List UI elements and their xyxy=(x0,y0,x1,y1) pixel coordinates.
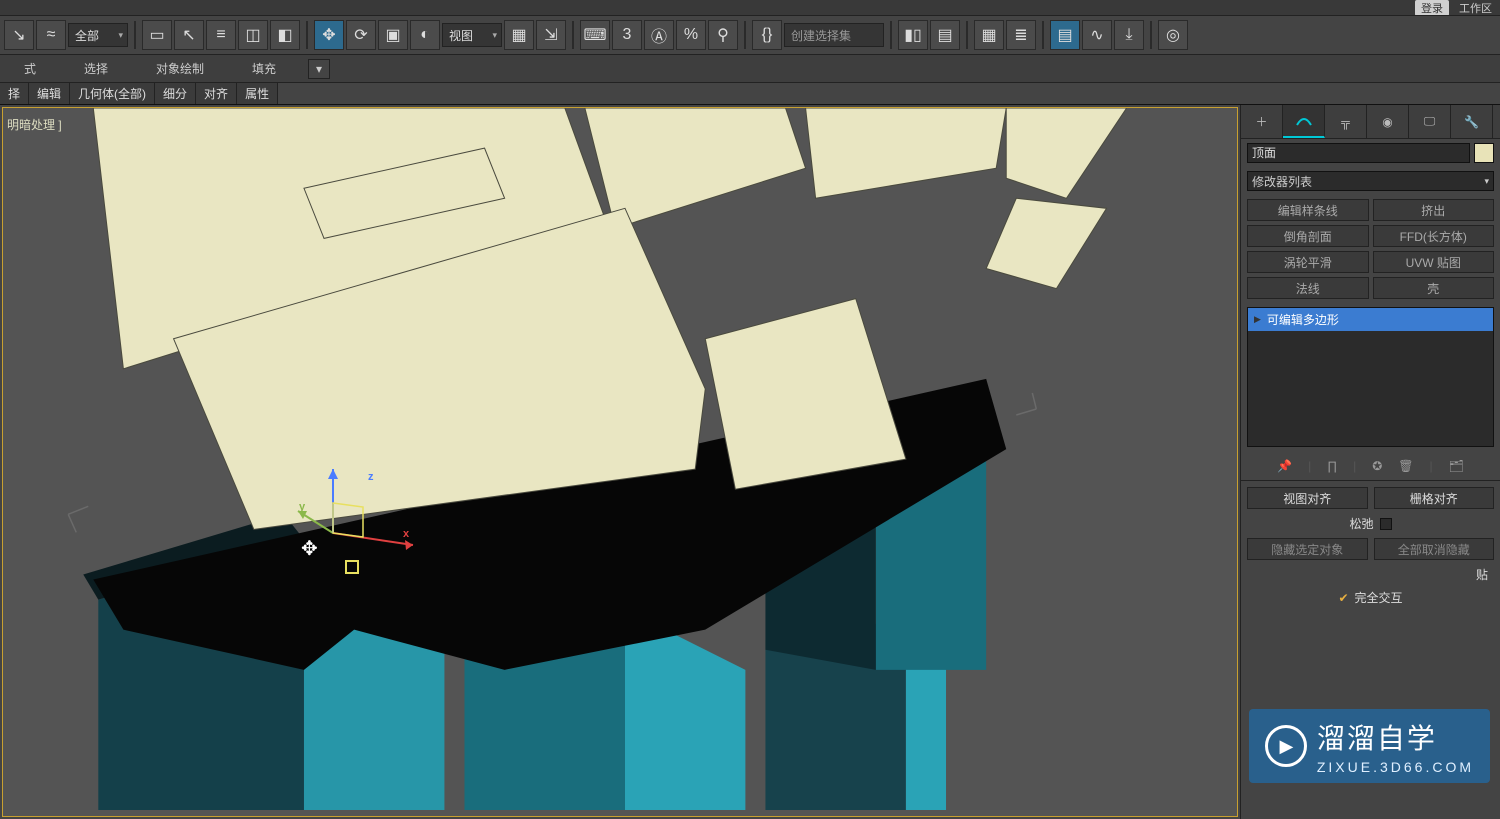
display-tab-icon[interactable]: 🖵 xyxy=(1409,105,1451,138)
hierarchy-tab-icon[interactable]: ╦ xyxy=(1325,105,1367,138)
modifier-button[interactable]: FFD(长方体) xyxy=(1373,225,1495,247)
dope-sheet-icon[interactable]: ∿ xyxy=(1082,20,1112,50)
stack-item-editable-poly[interactable]: ▶ 可编辑多边形 xyxy=(1248,308,1493,331)
window-crossing-icon[interactable]: ◧ xyxy=(270,20,300,50)
relax-settings-button[interactable] xyxy=(1380,518,1392,530)
relax-label: 松弛 xyxy=(1349,515,1373,532)
expand-icon[interactable]: ▶ xyxy=(1254,314,1261,325)
hint-style: 式 xyxy=(0,60,60,77)
move-cursor-icon: ✥ xyxy=(301,536,318,561)
viewport[interactable]: 明暗处理 ] xyxy=(2,107,1238,817)
placement-tool-icon[interactable]: ◐ xyxy=(410,20,440,50)
select-arrow-icon[interactable]: ↖ xyxy=(174,20,204,50)
ribbon-tab[interactable]: 编辑 xyxy=(29,83,70,104)
toggle-ribbon-icon[interactable]: ≣ xyxy=(1006,20,1036,50)
view-align-button[interactable]: 视图对齐 xyxy=(1247,487,1368,509)
schematic-view-icon[interactable]: ⤓ xyxy=(1114,20,1144,50)
rollout-align: 视图对齐 栅格对齐 松弛 隐藏选定对象 全部取消隐藏 贴 ✔ 完全交互 xyxy=(1247,487,1494,612)
layer-explorer-icon[interactable]: ▦ xyxy=(974,20,1004,50)
select-icon[interactable]: ▭ xyxy=(142,20,172,50)
watermark: 溜溜自学 ZIXUE.3D66.COM xyxy=(1249,709,1490,783)
hint-select: 选择 xyxy=(60,60,132,77)
rotate-tool-icon[interactable]: ⟳ xyxy=(346,20,376,50)
modifier-quick-buttons: 编辑样条线 挤出 倒角剖面 FFD(长方体) 涡轮平滑 UVW 贴图 法线 壳 xyxy=(1241,195,1500,303)
full-interactivity-label[interactable]: 完全交互 xyxy=(1355,589,1403,606)
ribbon-tab[interactable]: 择 xyxy=(0,83,29,104)
selection-filter-dropdown[interactable]: 全部 xyxy=(68,23,128,47)
align-icon[interactable]: ▤ xyxy=(930,20,960,50)
modifier-button[interactable]: 挤出 xyxy=(1373,199,1495,221)
snap-keyboard-icon[interactable]: ⌨ xyxy=(580,20,610,50)
hide-selected-button[interactable]: 隐藏选定对象 xyxy=(1247,538,1368,560)
paste-label: 贴 xyxy=(1476,566,1488,583)
hint-objpaint: 对象绘制 xyxy=(132,60,228,77)
login-button[interactable]: 登录 xyxy=(1415,0,1449,16)
modifier-button[interactable]: 涡轮平滑 xyxy=(1247,251,1369,273)
modifier-list-dropdown[interactable]: 修改器列表 xyxy=(1247,171,1494,191)
modifier-button[interactable]: 壳 xyxy=(1373,277,1495,299)
ribbon-tab[interactable]: 属性 xyxy=(237,83,278,104)
snap-toggle-icon[interactable]: 3 xyxy=(612,20,642,50)
named-selection-set-input[interactable]: 创建选择集 xyxy=(784,23,884,47)
pivot-center-icon[interactable]: ▦ xyxy=(504,20,534,50)
modifier-button[interactable]: 编辑样条线 xyxy=(1247,199,1369,221)
move-tool-icon[interactable]: ✥ xyxy=(314,20,344,50)
ribbon-tab[interactable]: 对齐 xyxy=(196,83,237,104)
pin-stack-icon[interactable]: 📌 xyxy=(1277,459,1292,473)
modifier-button[interactable]: 法线 xyxy=(1247,277,1369,299)
region-rect-icon[interactable]: ◫ xyxy=(238,20,268,50)
modifier-button[interactable]: UVW 贴图 xyxy=(1373,251,1495,273)
show-end-result-icon[interactable]: ∏ xyxy=(1327,459,1337,473)
grid-align-button[interactable]: 栅格对齐 xyxy=(1374,487,1495,509)
play-icon xyxy=(1265,725,1307,767)
ribbon-tab[interactable]: 几何体(全部) xyxy=(70,83,155,104)
material-editor-icon[interactable]: ◎ xyxy=(1158,20,1188,50)
modifier-button[interactable]: 倒角剖面 xyxy=(1247,225,1369,247)
remove-modifier-icon[interactable]: 🗑 xyxy=(1398,459,1413,473)
ribbon-tab[interactable]: 细分 xyxy=(155,83,196,104)
unhide-all-button[interactable]: 全部取消隐藏 xyxy=(1374,538,1495,560)
motion-tab-icon[interactable]: ◉ xyxy=(1367,105,1409,138)
ribbon-hint-row: 式 选择 对象绘制 填充 ▾ xyxy=(0,55,1500,83)
scene-3d xyxy=(3,108,1237,810)
stack-toolbar: 📌 | ∏ | ✪ 🗑 | 🗂 xyxy=(1241,451,1500,481)
utilities-tab-icon[interactable]: 🔧 xyxy=(1451,105,1493,138)
percent-snap-icon[interactable]: % xyxy=(676,20,706,50)
curve-editor-icon[interactable]: ▤ xyxy=(1050,20,1080,50)
configure-sets-icon[interactable]: 🗂 xyxy=(1449,459,1464,473)
hint-fill: 填充 xyxy=(228,60,300,77)
angle-snap-icon[interactable]: Ⓐ xyxy=(644,20,674,50)
watermark-url: ZIXUE.3D66.COM xyxy=(1317,759,1474,775)
spinner-snap-icon[interactable]: ⚲ xyxy=(708,20,738,50)
gizmo-pick-box xyxy=(345,560,359,574)
stack-item-label: 可编辑多边形 xyxy=(1267,311,1339,328)
object-name-input[interactable]: 顶面 xyxy=(1247,143,1470,163)
ribbon-tabs: 择 编辑 几何体(全部) 细分 对齐 属性 xyxy=(0,83,1500,105)
object-color-swatch[interactable] xyxy=(1474,143,1494,163)
wave-icon[interactable]: ≈ xyxy=(36,20,66,50)
ribbon-expand-icon[interactable]: ▾ xyxy=(308,59,330,79)
modifier-stack[interactable]: ▶ 可编辑多边形 xyxy=(1247,307,1494,447)
workspace-label: 工作区 xyxy=(1459,0,1492,16)
main-toolbar: ↘ ≈ 全部 ▭ ↖ ≡ ◫ ◧ ✥ ⟳ ▣ ◐ 视图 ▦ ⇲ ⌨ 3 Ⓐ % … xyxy=(0,15,1500,55)
menu-bar: 登录 工作区 xyxy=(0,0,1500,15)
mirror-icon[interactable]: ▮▯ xyxy=(898,20,928,50)
watermark-brand: 溜溜自学 xyxy=(1317,723,1437,754)
manip-icon[interactable]: ⇲ xyxy=(536,20,566,50)
named-set-edit-icon[interactable]: {} xyxy=(752,20,782,50)
scale-tool-icon[interactable]: ▣ xyxy=(378,20,408,50)
create-tab-icon[interactable]: ＋ xyxy=(1241,105,1283,138)
select-by-name-icon[interactable]: ≡ xyxy=(206,20,236,50)
ref-coord-dropdown[interactable]: 视图 xyxy=(442,23,502,47)
modify-tab-icon[interactable] xyxy=(1283,105,1325,138)
make-unique-icon[interactable]: ✪ xyxy=(1372,459,1382,473)
link-icon[interactable]: ↘ xyxy=(4,20,34,50)
command-panel-tabs: ＋ ╦ ◉ 🖵 🔧 xyxy=(1241,105,1500,139)
